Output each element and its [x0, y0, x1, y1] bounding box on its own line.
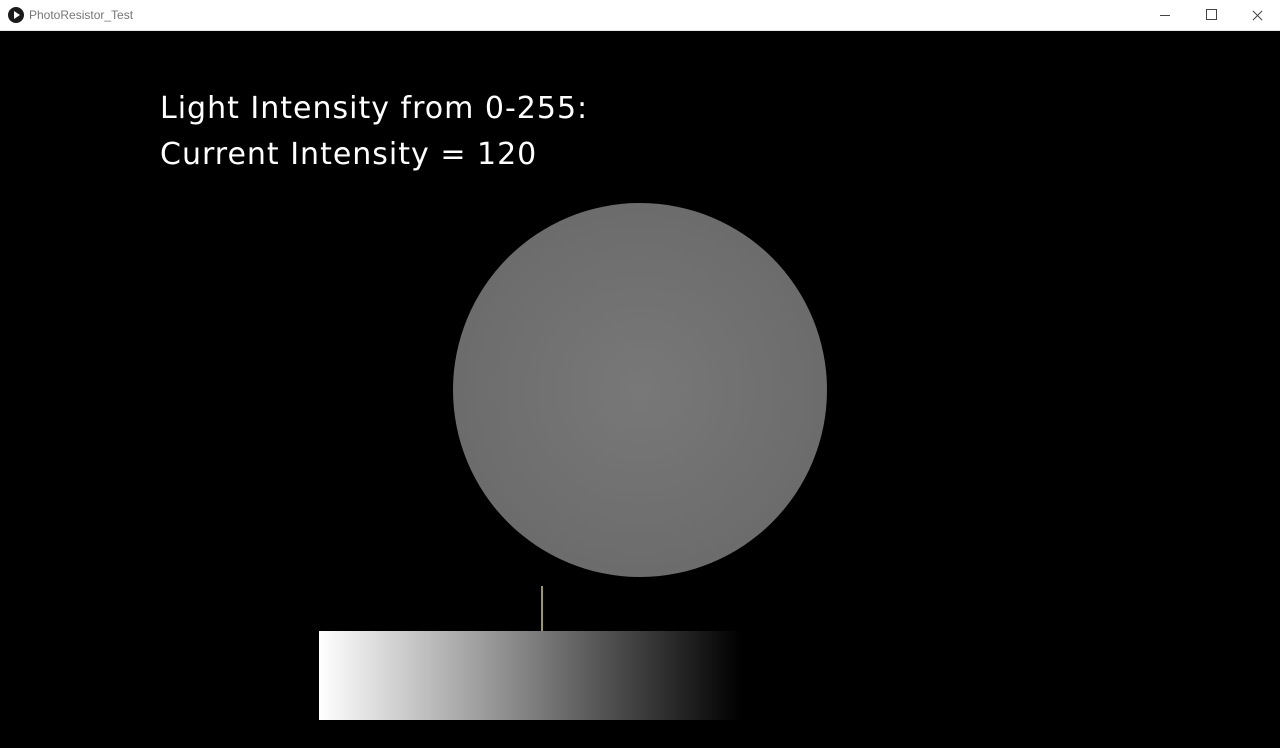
current-intensity-label: Current Intensity = 120	[160, 137, 538, 172]
close-button[interactable]	[1234, 0, 1280, 30]
minimize-button[interactable]	[1142, 0, 1188, 30]
intensity-range-label: Light Intensity from 0-255:	[160, 91, 589, 126]
window-title: PhotoResistor_Test	[29, 8, 134, 22]
play-circle-icon	[8, 7, 24, 23]
window-titlebar[interactable]: PhotoResistor_Test	[0, 0, 1280, 31]
light-intensity-circle	[453, 203, 827, 577]
maximize-button[interactable]	[1188, 0, 1234, 30]
sketch-canvas: Light Intensity from 0-255: Current Inte…	[0, 31, 1280, 748]
intensity-gradient-bar	[319, 631, 741, 720]
intensity-indicator-line	[541, 586, 543, 631]
